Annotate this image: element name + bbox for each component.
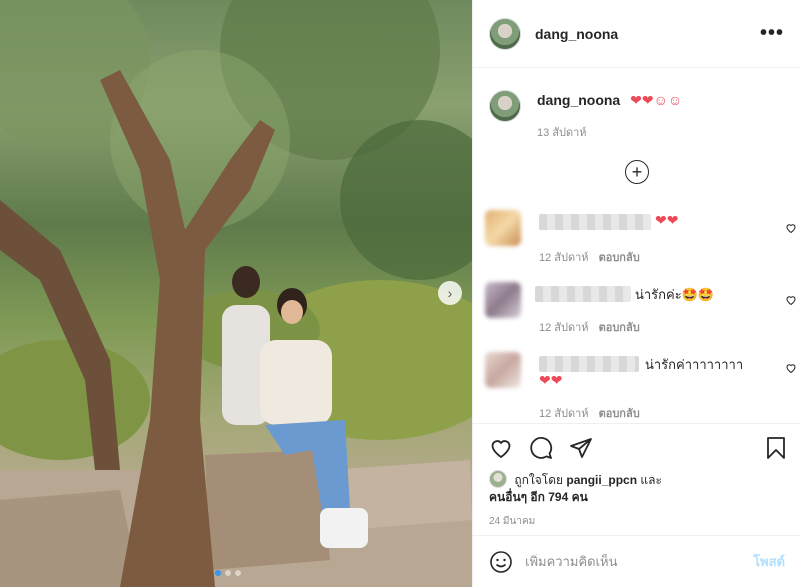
carousel-dot bbox=[235, 570, 241, 576]
list-item: ❤❤ 12 สัปดาห์ ตอบกลับ bbox=[485, 210, 796, 264]
list-item: น่ารักค่าาาาาาาา ❤❤ 12 สัปดาห์ ตอบกลับ bbox=[485, 352, 796, 422]
emoji-icon[interactable] bbox=[489, 550, 513, 574]
comment-text-hearts: ❤❤ bbox=[539, 372, 563, 388]
comment-form: โพสต์ bbox=[473, 535, 800, 587]
post-date[interactable]: 24 มีนาคม bbox=[489, 514, 535, 529]
avatar[interactable] bbox=[489, 90, 521, 122]
carousel-indicator bbox=[215, 570, 241, 576]
heart-outline-icon[interactable] bbox=[785, 362, 797, 374]
avatar[interactable] bbox=[489, 17, 521, 50]
likes-and: และ bbox=[640, 473, 662, 487]
carousel-dot bbox=[215, 570, 221, 576]
next-photo-button[interactable]: › bbox=[438, 281, 462, 305]
action-bar bbox=[473, 423, 800, 471]
chevron-right-icon: › bbox=[447, 285, 453, 301]
caption: dang_noona ❤❤☺☺ 13 สัปดาห์ bbox=[489, 90, 682, 141]
blurred-username[interactable] bbox=[539, 214, 651, 230]
comment-input[interactable] bbox=[525, 554, 754, 569]
heart-outline-icon[interactable] bbox=[785, 222, 797, 234]
heart-icon[interactable] bbox=[489, 436, 513, 460]
carousel-dot bbox=[225, 570, 231, 576]
caption-username[interactable]: dang_noona bbox=[537, 92, 620, 108]
post-username[interactable]: dang_noona bbox=[535, 26, 760, 42]
post-sidebar: dang_noona ••• dang_noona ❤❤☺☺ 13 สัปดาห… bbox=[472, 0, 800, 587]
more-horizontal-icon[interactable]: ••• bbox=[760, 22, 784, 45]
post-photo[interactable]: › bbox=[0, 0, 472, 587]
blurred-username[interactable] bbox=[535, 286, 631, 302]
comment-text: น่ารักค่าาาาาาาา bbox=[645, 357, 744, 372]
avatar[interactable] bbox=[485, 352, 521, 388]
reply-button[interactable]: ตอบกลับ bbox=[599, 252, 640, 264]
liker-username[interactable]: pangii_ppcn bbox=[566, 473, 637, 487]
comment-icon[interactable] bbox=[529, 436, 553, 460]
share-icon[interactable] bbox=[569, 436, 593, 460]
comment-text: น่ารักค่ะ🤩🤩 bbox=[635, 287, 715, 302]
reply-button[interactable]: ตอบกลับ bbox=[599, 408, 640, 420]
post-comment-button[interactable]: โพสต์ bbox=[753, 551, 785, 572]
caption-text: ❤❤☺☺ bbox=[630, 92, 683, 108]
blurred-username[interactable] bbox=[539, 356, 639, 372]
photo-scene bbox=[0, 0, 472, 587]
reply-button[interactable]: ตอบกลับ bbox=[599, 322, 640, 334]
avatar[interactable] bbox=[485, 282, 521, 318]
avatar[interactable] bbox=[485, 210, 521, 246]
caption-time[interactable]: 13 สัปดาห์ bbox=[537, 123, 682, 141]
avatar[interactable] bbox=[489, 470, 507, 488]
likes-prefix: ถูกใจโดย bbox=[514, 473, 564, 487]
likes-others[interactable]: คนอื่นๆ อีก 794 คน bbox=[489, 490, 588, 504]
comment-text: ❤❤ bbox=[655, 212, 679, 228]
likes-summary: ถูกใจโดย pangii_ppcn และ คนอื่นๆ อีก 794… bbox=[489, 470, 789, 506]
post-header: dang_noona ••• bbox=[473, 0, 800, 68]
plus-circle-icon[interactable]: + bbox=[625, 160, 649, 184]
comment-time[interactable]: 12 สัปดาห์ bbox=[539, 408, 589, 420]
list-item: น่ารักค่ะ🤩🤩 12 สัปดาห์ ตอบกลับ bbox=[485, 282, 796, 334]
heart-outline-icon[interactable] bbox=[785, 294, 797, 306]
bookmark-icon[interactable] bbox=[765, 436, 787, 460]
comment-time[interactable]: 12 สัปดาห์ bbox=[539, 322, 589, 334]
comment-time[interactable]: 12 สัปดาห์ bbox=[539, 252, 589, 264]
